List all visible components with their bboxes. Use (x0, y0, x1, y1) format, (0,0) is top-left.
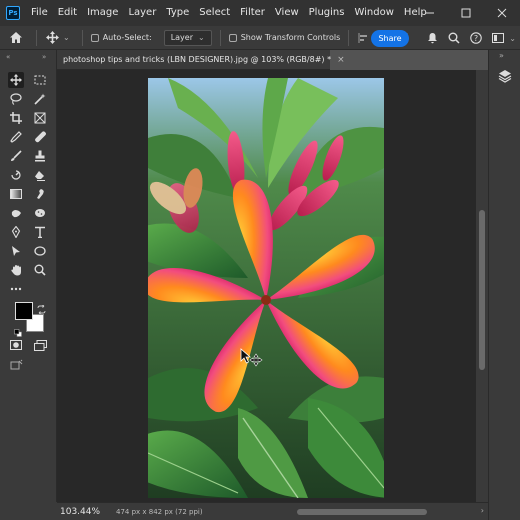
menu-image[interactable]: Image (82, 0, 123, 26)
move-cursor-icon (240, 348, 264, 370)
vertical-scroll-thumb[interactable] (479, 210, 485, 370)
chevron-down-icon[interactable]: ⌄ (509, 34, 516, 43)
zoom-icon[interactable] (32, 262, 48, 278)
menu-view[interactable]: View (270, 0, 304, 26)
document-tab[interactable]: photoshop tips and tricks (LBN DESIGNER)… (57, 50, 345, 70)
collapse-chevron-icon[interactable]: « (6, 53, 10, 61)
dodge-icon[interactable] (8, 205, 24, 221)
document-image[interactable] (148, 78, 384, 498)
document-info[interactable]: 474 px x 842 px (72 ppi) (116, 508, 203, 516)
collapse-panel-icon[interactable]: » (499, 51, 504, 60)
menu-select[interactable]: Select (194, 0, 235, 26)
screen-mode-icon[interactable] (32, 337, 48, 353)
layers-panel-icon[interactable] (495, 66, 515, 86)
more-icon[interactable] (8, 281, 24, 297)
menu-file[interactable]: File (26, 0, 53, 26)
marquee-icon[interactable] (32, 72, 48, 88)
menu-type[interactable]: Type (161, 0, 194, 26)
tools-panel: « » (0, 50, 57, 502)
history-brush-icon[interactable] (8, 167, 24, 183)
smudge-icon[interactable] (32, 186, 48, 202)
bell-icon[interactable] (421, 26, 443, 50)
search-icon[interactable] (443, 26, 465, 50)
lasso-icon[interactable] (8, 91, 24, 107)
right-panel-dock: » (488, 50, 520, 520)
brush-icon[interactable] (8, 148, 24, 164)
options-bar: ⌄ Auto-Select: Layer ⌄ Show Transform Co… (0, 26, 520, 50)
layer-dropdown-value: Layer (170, 33, 193, 42)
canvas-area[interactable] (57, 70, 476, 502)
zoom-level[interactable]: 103.44% (60, 507, 110, 517)
vertical-scrollbar[interactable] (476, 70, 488, 502)
photoshop-logo: Ps (6, 6, 20, 20)
magic-wand-icon[interactable] (32, 91, 48, 107)
chevron-down-icon[interactable]: ⌄ (63, 33, 70, 42)
sponge-icon[interactable] (32, 205, 48, 221)
maximize-icon[interactable] (448, 0, 484, 26)
move-icon[interactable] (8, 72, 24, 88)
share-button[interactable]: Share (371, 30, 409, 47)
eyedropper-icon[interactable] (8, 129, 24, 145)
generative-icon[interactable] (8, 357, 24, 373)
home-icon[interactable] (0, 26, 32, 50)
status-bar: 103.44% 474 px x 842 px (72 ppi) › (57, 502, 488, 520)
divider (348, 29, 350, 46)
expand-chevron-icon[interactable]: » (42, 53, 46, 61)
default-colors-icon[interactable] (14, 322, 22, 337)
menu-layer[interactable]: Layer (123, 0, 161, 26)
quick-mask-icon[interactable] (8, 337, 24, 353)
frame-icon[interactable] (32, 110, 48, 126)
menu-window[interactable]: Window (349, 0, 398, 26)
horizontal-scroll-thumb[interactable] (297, 509, 427, 515)
layer-dropdown[interactable]: Layer ⌄ (163, 29, 212, 46)
document-tab-title: photoshop tips and tricks (LBN DESIGNER)… (63, 55, 332, 64)
svg-text:?: ? (474, 34, 478, 43)
close-icon[interactable] (484, 0, 520, 26)
auto-select-checkbox[interactable] (90, 33, 99, 42)
close-tab-icon[interactable]: × (337, 55, 345, 65)
move-tool-icon[interactable] (41, 26, 63, 50)
auto-select-label: Auto-Select: (102, 33, 152, 42)
swap-colors-icon[interactable] (37, 299, 46, 315)
menu-bar: Ps File Edit Image Layer Type Select Fil… (0, 0, 520, 26)
minimize-icon[interactable] (412, 0, 448, 26)
divider (219, 29, 221, 46)
workspace-icon[interactable] (487, 26, 509, 50)
show-transform-label: Show Transform Controls (240, 33, 341, 42)
healing-icon[interactable] (32, 129, 48, 145)
stamp-icon[interactable] (32, 148, 48, 164)
show-transform-checkbox[interactable] (228, 33, 237, 42)
chevron-down-icon: ⌄ (198, 33, 205, 42)
menu-edit[interactable]: Edit (53, 0, 82, 26)
path-select-icon[interactable] (8, 243, 24, 259)
foreground-color-swatch[interactable] (15, 302, 33, 320)
pen-icon[interactable] (8, 224, 24, 240)
crop-icon[interactable] (8, 110, 24, 126)
scroll-right-chevron-icon[interactable]: › (481, 506, 484, 515)
type-icon[interactable] (32, 224, 48, 240)
toolbar-footer (0, 502, 57, 520)
shape-icon[interactable] (32, 243, 48, 259)
gradient-icon[interactable] (8, 186, 24, 202)
hand-icon[interactable] (8, 262, 24, 278)
divider (36, 29, 37, 46)
menu-plugins[interactable]: Plugins (304, 0, 350, 26)
menu-filter[interactable]: Filter (235, 0, 270, 26)
help-icon[interactable]: ? (465, 26, 487, 50)
divider (81, 29, 83, 46)
eraser-icon[interactable] (32, 167, 48, 183)
